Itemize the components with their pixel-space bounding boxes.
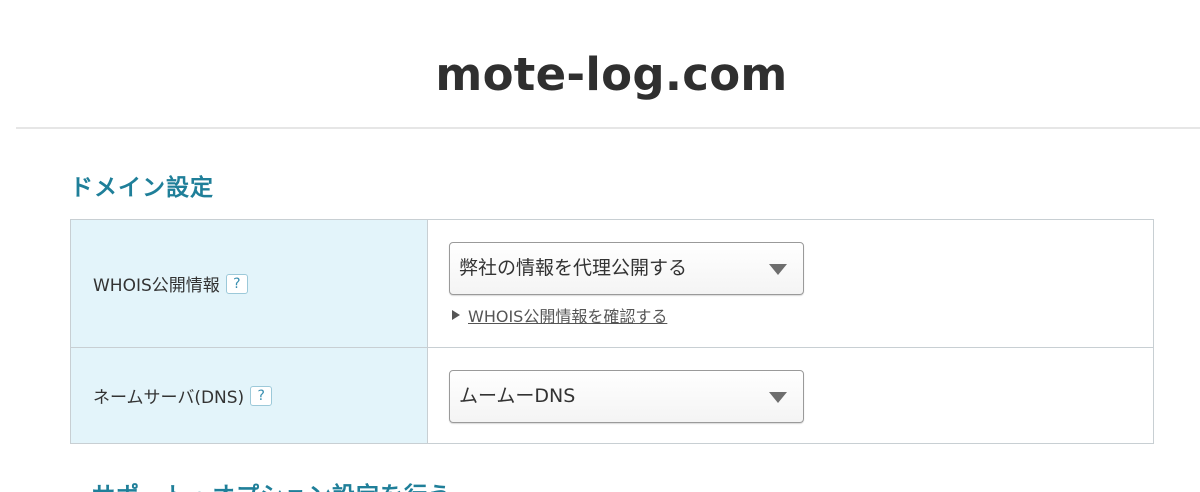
chevron-down-icon (769, 392, 787, 403)
whois-select-value: 弊社の情報を代理公開する (459, 257, 688, 279)
chevron-down-icon (769, 264, 787, 275)
whois-row: WHOIS公開情報 ? 弊社の情報を代理公開する WHOIS公開情報を確認する (71, 220, 1153, 348)
domain-settings-table: WHOIS公開情報 ? 弊社の情報を代理公開する WHOIS公開情報を確認する … (70, 219, 1154, 444)
page: mote-log.com ドメイン設定 WHOIS公開情報 ? 弊社の情報を代理… (0, 0, 1200, 492)
section-heading: ドメイン設定 (70, 175, 214, 201)
nameserver-select[interactable]: ムームーDNS (449, 370, 804, 423)
nameserver-value-cell: ムームーDNS (428, 348, 1153, 443)
whois-label-cell: WHOIS公開情報 ? (71, 220, 428, 347)
nameserver-label: ネームサーバ(DNS) (93, 388, 245, 408)
nameserver-help-icon[interactable]: ? (250, 385, 273, 406)
whois-link-row: WHOIS公開情報を確認する (452, 303, 667, 327)
title-divider (16, 127, 1200, 129)
triangle-right-icon (452, 310, 460, 320)
whois-label: WHOIS公開情報 (93, 276, 220, 296)
next-section-heading: サポート・オプション設定を行う (92, 480, 452, 492)
whois-help-icon[interactable]: ? (225, 273, 248, 294)
nameserver-row: ネームサーバ(DNS) ? ムームーDNS (71, 348, 1153, 443)
whois-confirm-link[interactable]: WHOIS公開情報を確認する (468, 303, 667, 327)
whois-select[interactable]: 弊社の情報を代理公開する (449, 242, 804, 295)
whois-value-cell: 弊社の情報を代理公開する WHOIS公開情報を確認する (428, 220, 1153, 347)
nameserver-select-value: ムームーDNS (459, 385, 576, 407)
nameserver-label-cell: ネームサーバ(DNS) ? (71, 348, 428, 443)
domain-title: mote-log.com (435, 48, 788, 101)
